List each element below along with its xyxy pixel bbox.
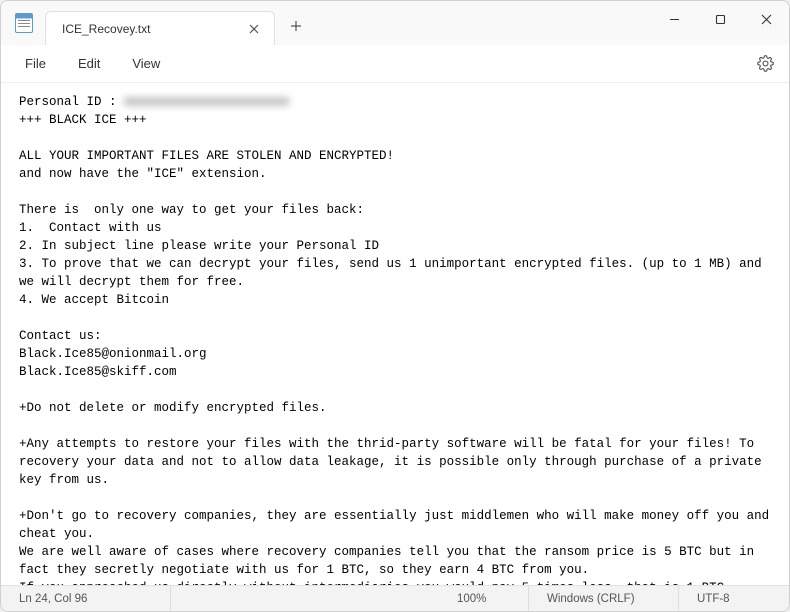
menu-view[interactable]: View: [116, 50, 176, 77]
email-2: Black.Ice85@skiff.com: [19, 365, 177, 379]
status-position: Ln 24, Col 96: [1, 586, 171, 611]
brand-line: +++ BLACK ICE +++: [19, 113, 147, 127]
status-zoom[interactable]: 100%: [439, 586, 529, 611]
text-area[interactable]: Personal ID : xxxxxxxxxxxxxxxxxxxxxx +++…: [1, 83, 789, 585]
step-3: 3. To prove that we can decrypt your fil…: [19, 257, 769, 289]
status-encoding: UTF-8: [679, 586, 789, 611]
email-1: Black.Ice85@onionmail.org: [19, 347, 207, 361]
warn-recovery: +Don't go to recovery companies, they ar…: [19, 509, 777, 541]
extension-line: and now have the "ICE" extension.: [19, 167, 267, 181]
step-1: 1. Contact with us: [19, 221, 162, 235]
close-tab-icon[interactable]: [246, 21, 262, 37]
warn-thirdparty: +Any attempts to restore your files with…: [19, 437, 769, 487]
menu-file[interactable]: File: [9, 50, 62, 77]
titlebar: ICE_Recovey.txt: [1, 1, 789, 45]
personal-id-label: Personal ID :: [19, 95, 124, 109]
contact-label: Contact us:: [19, 329, 102, 343]
minimize-button[interactable]: [651, 1, 697, 37]
tab-title: ICE_Recovey.txt: [62, 22, 246, 36]
menu-edit[interactable]: Edit: [62, 50, 116, 77]
window-controls: [651, 1, 789, 37]
statusbar: Ln 24, Col 96 100% Windows (CRLF) UTF-8: [1, 585, 789, 611]
oneway-line: There is only one way to get your files …: [19, 203, 364, 217]
menubar: File Edit View: [1, 45, 789, 83]
tab-active[interactable]: ICE_Recovey.txt: [45, 11, 275, 45]
settings-button[interactable]: [749, 48, 781, 80]
gear-icon: [757, 55, 774, 72]
new-tab-button[interactable]: [281, 11, 311, 41]
notepad-icon: [15, 13, 33, 33]
personal-id-value: xxxxxxxxxxxxxxxxxxxxxx: [124, 95, 289, 109]
notepad-window: ICE_Recovey.txt File Edit View: [0, 0, 790, 612]
close-button[interactable]: [743, 1, 789, 37]
headline: ALL YOUR IMPORTANT FILES ARE STOLEN AND …: [19, 149, 394, 163]
step-2: 2. In subject line please write your Per…: [19, 239, 379, 253]
step-4: 4. We accept Bitcoin: [19, 293, 169, 307]
warn-btc: We are well aware of cases where recover…: [19, 545, 762, 577]
maximize-button[interactable]: [697, 1, 743, 37]
status-line-ending: Windows (CRLF): [529, 586, 679, 611]
warn-delete: +Do not delete or modify encrypted files…: [19, 401, 327, 415]
